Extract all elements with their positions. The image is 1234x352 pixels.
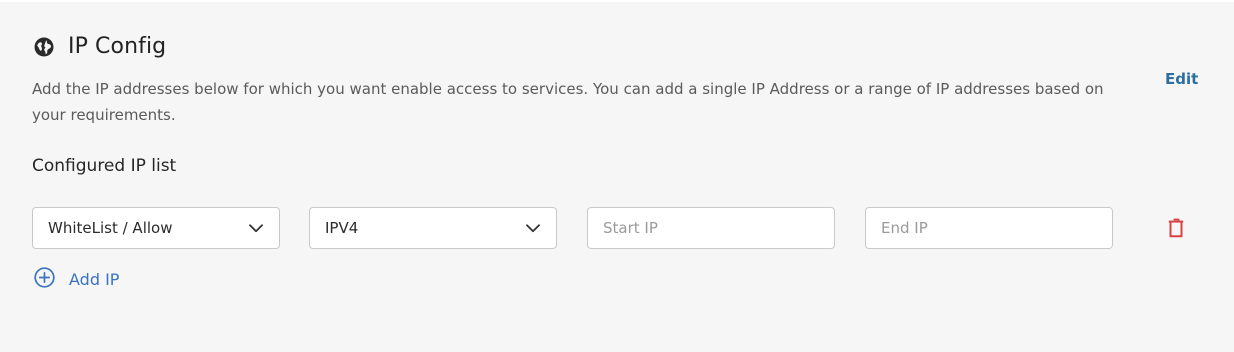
access-type-select[interactable]: WhiteList / Allow — [32, 207, 280, 249]
panel-header: IP Config — [32, 34, 166, 59]
ip-version-value: IPV4 — [325, 219, 359, 237]
chevron-down-icon — [249, 220, 265, 236]
access-type-value: WhiteList / Allow — [48, 219, 173, 237]
trash-icon[interactable] — [1166, 217, 1186, 239]
add-ip-label: Add IP — [69, 270, 120, 289]
ip-version-select[interactable]: IPV4 — [309, 207, 557, 249]
globe-icon — [32, 35, 56, 59]
plus-circle-icon — [34, 267, 55, 292]
end-ip-field[interactable] — [865, 207, 1113, 249]
page-title: IP Config — [68, 34, 167, 59]
edit-button[interactable]: Edit — [1165, 70, 1198, 88]
start-ip-input[interactable] — [603, 219, 820, 237]
start-ip-field[interactable] — [587, 207, 835, 249]
description-text: Add the IP addresses below for which you… — [32, 80, 1104, 124]
ip-config-panel: IP Config Add the IP addresses below for… — [0, 2, 1234, 352]
chevron-down-icon — [526, 220, 542, 236]
end-ip-input[interactable] — [881, 219, 1098, 237]
configured-ip-list-label: Configured IP list — [32, 156, 177, 176]
add-ip-button[interactable]: Add IP — [34, 267, 119, 292]
